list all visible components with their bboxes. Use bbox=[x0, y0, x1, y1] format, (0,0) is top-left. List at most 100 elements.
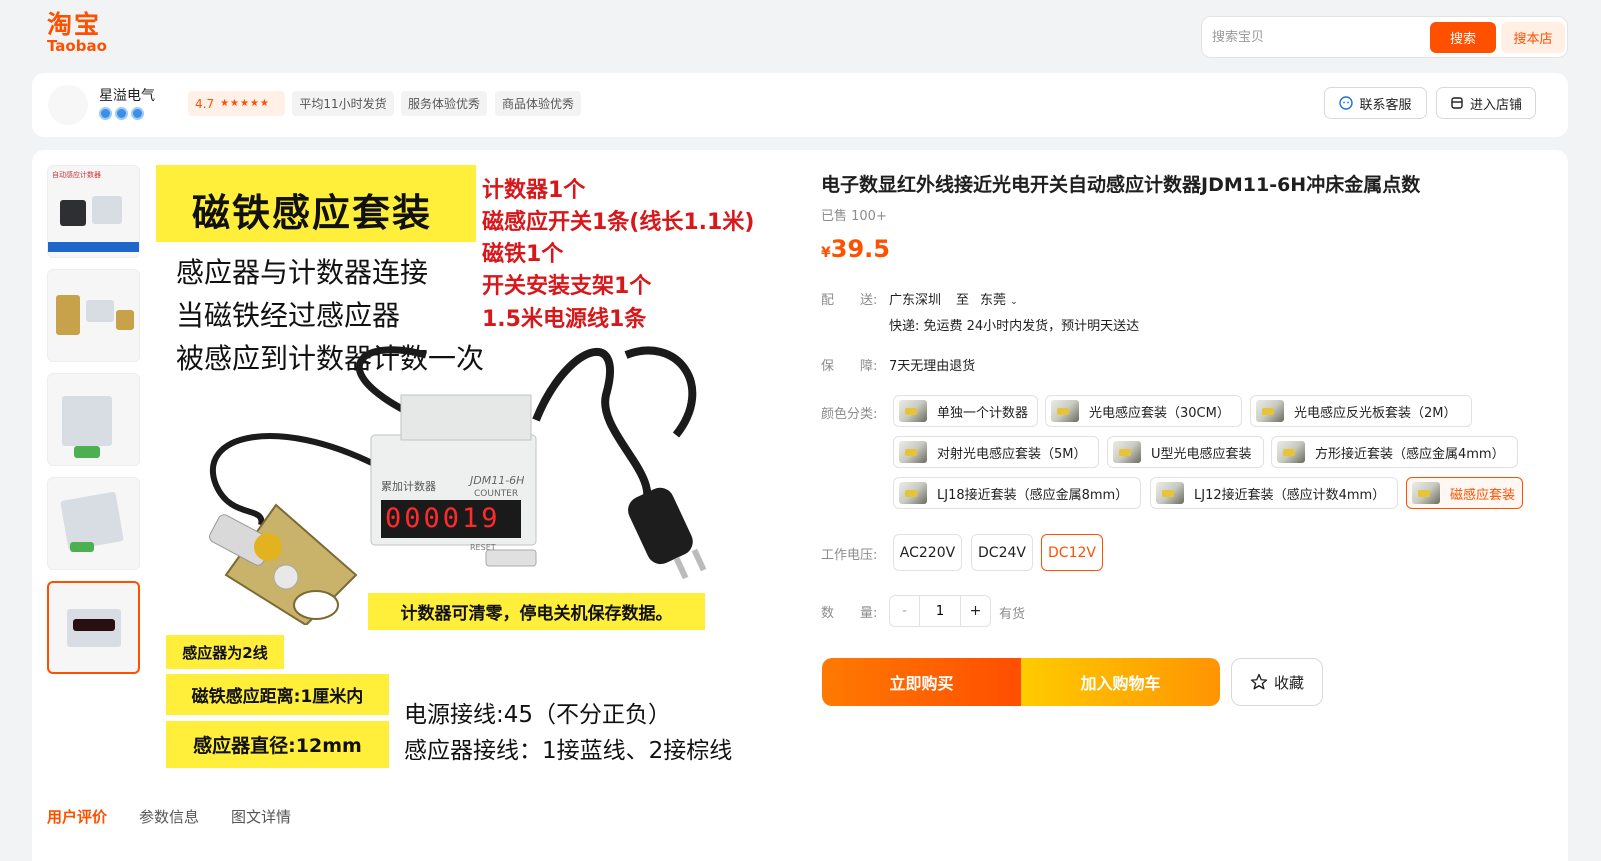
decrease-button[interactable]: - bbox=[890, 596, 920, 626]
voltage-option-selected[interactable]: DC12V bbox=[1041, 534, 1103, 571]
tab-reviews[interactable]: 用户评价 bbox=[47, 806, 107, 827]
buy-now-button[interactable]: 立即购买 bbox=[822, 658, 1021, 706]
sku-label: 对射光电感应套装（5M） bbox=[937, 446, 1087, 462]
enter-store-label: 进入店铺 bbox=[1469, 97, 1522, 113]
shop-avatar[interactable] bbox=[48, 85, 88, 125]
currency-symbol: ¥ bbox=[821, 245, 831, 261]
sku-label: U型光电感应套装 bbox=[1151, 446, 1252, 462]
logo-en: Taobao bbox=[47, 37, 107, 55]
sku-thumbnail bbox=[1051, 400, 1079, 422]
star-icon bbox=[1250, 673, 1268, 690]
star-icons: ★★★★★ bbox=[220, 98, 270, 109]
sold-count: 已售 100+ bbox=[821, 209, 887, 224]
stock-status: 有货 bbox=[999, 607, 1026, 622]
counter-label: 累加计数器 bbox=[381, 480, 436, 493]
sku-option[interactable]: 单独一个计数器 bbox=[893, 395, 1038, 427]
contact-service-button[interactable]: 联系客服 bbox=[1324, 87, 1427, 119]
sku-thumbnail bbox=[1256, 400, 1284, 422]
sku-label: 方形接近套装（感应金属4mm） bbox=[1315, 446, 1505, 462]
thumbnail-4[interactable] bbox=[47, 477, 140, 570]
shop-tag-service: 服务体验优秀 bbox=[401, 91, 487, 116]
search-input[interactable] bbox=[1212, 26, 1412, 48]
delivery-label: 配 送: bbox=[821, 293, 878, 308]
sku-thumbnail bbox=[1277, 441, 1305, 463]
guarantee-label: 保 障: bbox=[821, 359, 878, 374]
sku-option[interactable]: LJ12接近套装（感应计数4mm） bbox=[1150, 477, 1398, 509]
delivery-detail: 快递: 免运费 24小时内发货，预计明天送达 bbox=[889, 319, 1140, 334]
detail-tabs: 用户评价 参数信息 图文详情 bbox=[47, 806, 291, 827]
sku-label: 单独一个计数器 bbox=[937, 405, 1029, 421]
image-note: 感应器直径:12mm bbox=[193, 735, 362, 757]
favorite-label: 收藏 bbox=[1273, 673, 1304, 692]
favorite-button[interactable]: 收藏 bbox=[1231, 658, 1323, 706]
thumbnail-1[interactable]: 自动感应计数器 bbox=[47, 165, 140, 258]
counter-model: JDM11-6H bbox=[470, 474, 525, 487]
shop-name[interactable]: 星溢电气 bbox=[99, 85, 155, 105]
increase-button[interactable]: + bbox=[960, 596, 990, 626]
search-box: 搜索 搜本店 bbox=[1201, 16, 1568, 58]
ship-to-city: 东莞 bbox=[980, 293, 1007, 308]
voltage-label: 工作电压: bbox=[821, 548, 878, 563]
sku-option[interactable]: 对射光电感应套装（5M） bbox=[893, 436, 1099, 468]
medal-icon bbox=[131, 107, 144, 120]
sku-option[interactable]: 光电感应反光板套装（2M） bbox=[1250, 395, 1472, 427]
thumbnail-2[interactable] bbox=[47, 269, 140, 362]
quantity-input[interactable] bbox=[920, 596, 960, 626]
sku-option[interactable]: 方形接近套装（感应金属4mm） bbox=[1271, 436, 1518, 468]
sku-label: 光电感应反光板套装（2M） bbox=[1294, 405, 1457, 421]
chevron-down-icon: ⌄ bbox=[1010, 297, 1018, 307]
counter-sub: COUNTER bbox=[474, 489, 519, 499]
sku-option[interactable]: 光电感应套装（30CM） bbox=[1045, 395, 1242, 427]
color-label: 颜色分类: bbox=[821, 407, 878, 422]
add-to-cart-button[interactable]: 加入购物车 bbox=[1021, 658, 1220, 706]
quantity-label: 数 量: bbox=[821, 606, 878, 621]
voltage-option[interactable]: AC220V bbox=[893, 534, 962, 571]
ship-to-word: 至 bbox=[956, 293, 970, 308]
image-title: 磁铁感应套装 bbox=[192, 191, 433, 235]
image-wiring: 感应器接线：1接蓝线、2接棕线 bbox=[404, 738, 733, 764]
package-item: 磁铁1个 bbox=[482, 242, 564, 267]
medal-icon bbox=[99, 107, 112, 120]
thumbnail-3[interactable] bbox=[47, 373, 140, 466]
enter-store-button[interactable]: 进入店铺 bbox=[1436, 87, 1536, 119]
search-store-button[interactable]: 搜本店 bbox=[1501, 22, 1565, 53]
package-item: 开关安装支架1个 bbox=[482, 274, 652, 299]
logo-cn: 淘宝 bbox=[47, 10, 102, 39]
taobao-logo[interactable]: 淘宝 Taobao bbox=[47, 12, 107, 54]
sku-label: LJ18接近套装（感应金属8mm） bbox=[937, 487, 1129, 503]
product-price: ¥39.5 bbox=[821, 235, 890, 263]
counter-reset: RESET bbox=[470, 543, 496, 552]
shop-tag-product: 商品体验优秀 bbox=[495, 91, 581, 116]
sku-label: 磁感应套装 bbox=[1450, 487, 1516, 503]
tab-details[interactable]: 图文详情 bbox=[231, 806, 291, 827]
image-line: 感应器与计数器连接 bbox=[176, 256, 429, 289]
shop-rating-tag: 4.7 ★★★★★ bbox=[188, 91, 285, 116]
sku-thumbnail bbox=[899, 482, 927, 504]
shop-bar: 星溢电气 4.7 ★★★★★ 平均11小时发货 服务体验优秀 商品体验优秀 联系… bbox=[32, 73, 1568, 137]
image-note: 磁铁感应距离:1厘米内 bbox=[191, 687, 364, 707]
tab-params[interactable]: 参数信息 bbox=[139, 806, 199, 827]
ship-to-selector[interactable]: 东莞 ⌄ bbox=[980, 289, 1018, 308]
product-panel: 自动感应计数器 磁铁感应套装 感应器与计数器连接 当磁铁经过感应器 被感应到计数 bbox=[32, 150, 1568, 861]
sku-thumbnail bbox=[1156, 482, 1184, 504]
sku-label: LJ12接近套装（感应计数4mm） bbox=[1194, 487, 1386, 503]
sku-thumbnail bbox=[899, 441, 927, 463]
image-banner: 计数器可清零，停电关机保存数据。 bbox=[400, 604, 673, 624]
thumb-title: 自动感应计数器 bbox=[52, 171, 101, 179]
sku-option[interactable]: U型光电感应套装 bbox=[1107, 436, 1264, 468]
top-header: 淘宝 Taobao 搜索 搜本店 bbox=[0, 0, 1601, 72]
thumbnail-5[interactable] bbox=[47, 581, 140, 674]
shop-rating: 4.7 bbox=[195, 96, 215, 111]
main-product-image[interactable]: 磁铁感应套装 感应器与计数器连接 当磁铁经过感应器 被感应到计数器计数一次 计数… bbox=[156, 165, 766, 775]
voltage-option[interactable]: DC24V bbox=[971, 534, 1033, 571]
sku-thumbnail bbox=[899, 400, 927, 422]
shop-level-medals bbox=[99, 107, 144, 120]
search-button[interactable]: 搜索 bbox=[1430, 22, 1496, 53]
shop-tag-shipping: 平均11小时发货 bbox=[292, 91, 394, 116]
price-value: 39.5 bbox=[830, 235, 890, 263]
sku-label: 光电感应套装（30CM） bbox=[1089, 405, 1230, 421]
sku-option-selected[interactable]: 磁感应套装 bbox=[1406, 477, 1523, 509]
sku-option[interactable]: LJ18接近套装（感应金属8mm） bbox=[893, 477, 1141, 509]
sku-thumbnail bbox=[1113, 441, 1141, 463]
ship-from: 广东深圳 bbox=[889, 293, 942, 308]
